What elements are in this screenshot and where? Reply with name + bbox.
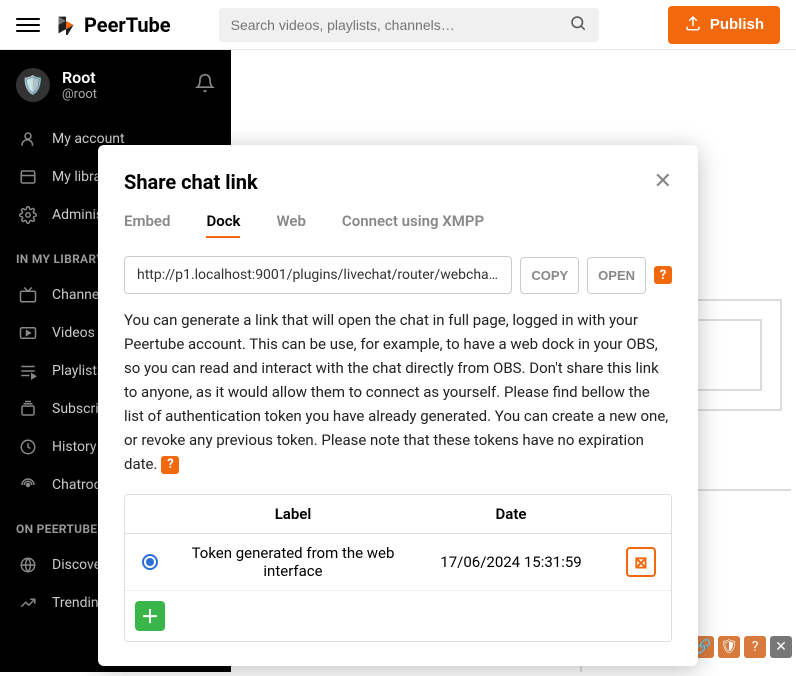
nav-label: History — [52, 439, 97, 455]
publish-button[interactable]: Publish — [668, 6, 780, 44]
token-label: Token generated from the web interface — [175, 534, 411, 590]
tv-icon — [18, 286, 38, 304]
globe-icon — [18, 556, 38, 574]
peertube-logo-icon — [56, 15, 76, 35]
upload-icon — [684, 14, 702, 36]
modal-description: You can generate a link that will open t… — [124, 308, 672, 476]
history-icon — [18, 438, 38, 456]
playlist-icon — [18, 362, 38, 380]
avatar: 🛡️ — [16, 68, 50, 102]
radio-select-token[interactable] — [142, 554, 158, 570]
add-token-button[interactable]: ＋ — [135, 601, 165, 631]
publish-label: Publish — [710, 16, 764, 33]
gear-icon — [18, 206, 38, 224]
logo[interactable]: PeerTube — [56, 13, 171, 37]
tab-embed[interactable]: Embed — [124, 212, 170, 238]
copy-button[interactable]: COPY — [520, 257, 579, 294]
close-overlay-icon[interactable]: ✕ — [770, 636, 792, 658]
user-handle: @root — [62, 87, 183, 102]
search-icon[interactable] — [569, 14, 587, 36]
overlay-toolbar: 🔗 🛡 ? ✕ — [692, 636, 792, 658]
user-block[interactable]: 🛡️ Root @root — [0, 50, 231, 120]
th-label: Label — [175, 495, 411, 533]
help-icon[interactable]: ? — [654, 266, 672, 284]
token-table: Label Date Token generated from the web … — [124, 494, 672, 642]
user-name: Root — [62, 68, 183, 87]
close-icon[interactable]: ✕ — [654, 169, 672, 194]
open-button[interactable]: OPEN — [587, 257, 646, 294]
trending-icon — [18, 594, 38, 612]
help-icon[interactable]: ? — [744, 636, 766, 658]
help-icon[interactable]: ? — [161, 456, 179, 474]
user-icon — [18, 130, 38, 148]
token-date: 17/06/2024 15:31:59 — [411, 543, 611, 581]
table-row: Token generated from the web interface 1… — [125, 534, 671, 591]
th-date: Date — [411, 495, 611, 533]
library-icon — [18, 168, 38, 186]
menu-toggle[interactable] — [16, 13, 40, 37]
app-name: PeerTube — [84, 13, 171, 37]
subscription-icon — [18, 400, 38, 418]
nav-label: Videos — [52, 325, 95, 341]
tab-connect-using-xmpp[interactable]: Connect using XMPP — [342, 212, 484, 238]
shield-icon[interactable]: 🛡 — [718, 636, 740, 658]
share-chat-modal: Share chat link ✕ Embed Dock Web Connect us… — [98, 145, 698, 666]
tab-web[interactable]: Web — [276, 212, 305, 238]
modal-title: Share chat link — [124, 170, 258, 194]
broadcast-icon — [18, 476, 38, 494]
video-icon — [18, 324, 38, 342]
delete-token-button[interactable]: ⊠ — [626, 547, 656, 577]
share-url-input[interactable]: http://p1.localhost:9001/plugins/livecha… — [124, 256, 512, 294]
tab-dock[interactable]: Dock — [206, 212, 240, 238]
search-input[interactable] — [231, 17, 569, 33]
nav-label: Playlists — [52, 363, 104, 379]
search-box[interactable] — [219, 8, 599, 42]
bell-icon[interactable] — [195, 73, 215, 97]
